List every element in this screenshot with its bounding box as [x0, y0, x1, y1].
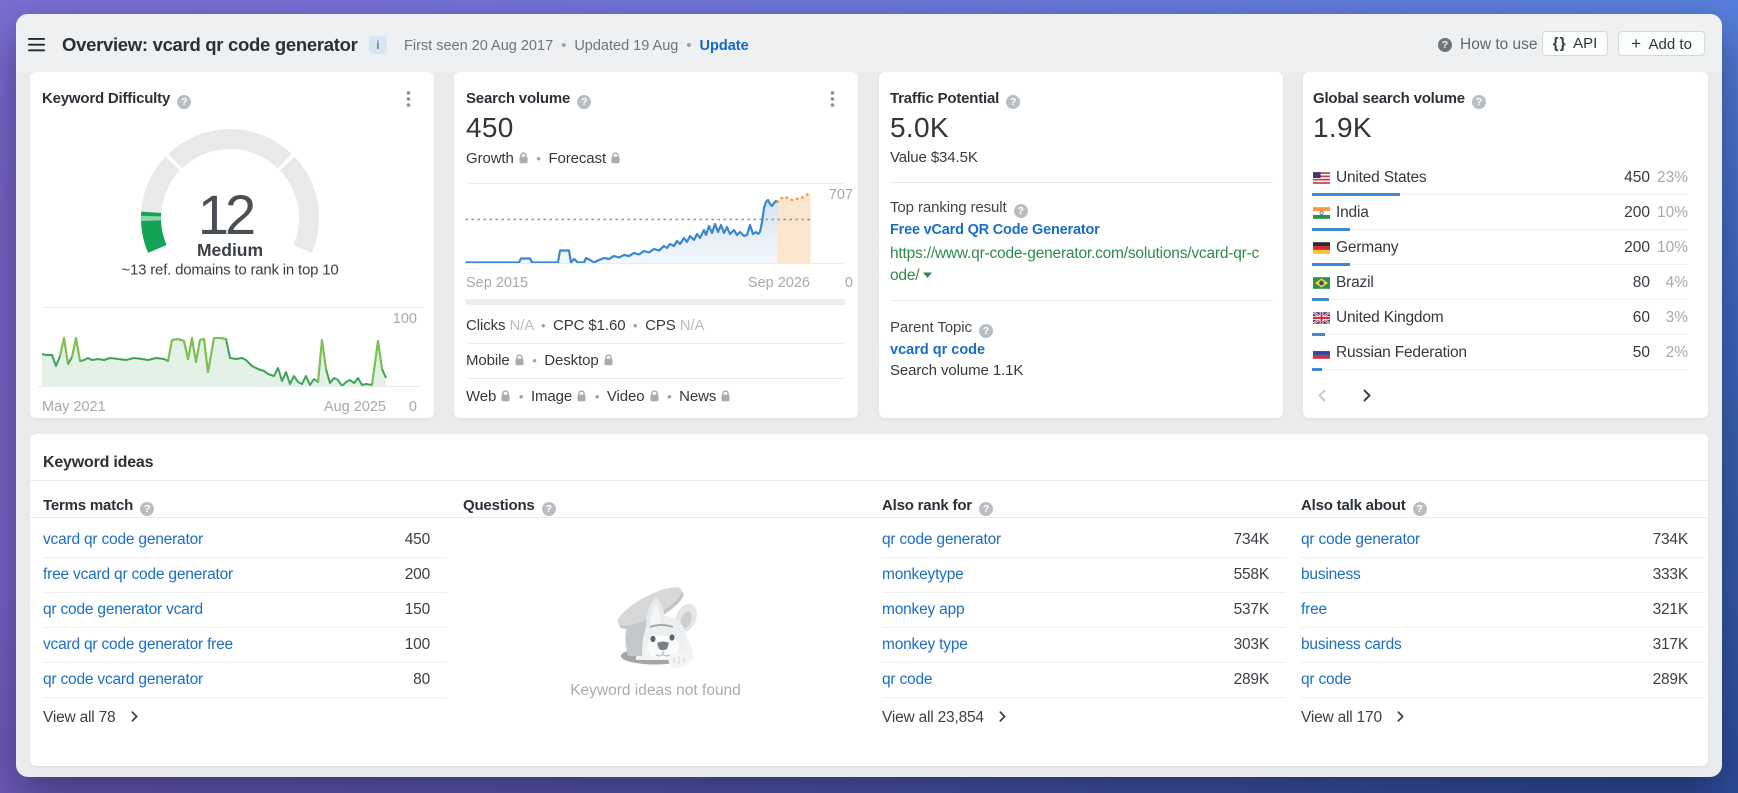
svg-text:Medium: Medium [197, 240, 263, 260]
svg-text:12: 12 [198, 183, 254, 246]
svg-text:~13 ref. domains to rank in to: ~13 ref. domains to rank in top 10 [121, 262, 338, 279]
